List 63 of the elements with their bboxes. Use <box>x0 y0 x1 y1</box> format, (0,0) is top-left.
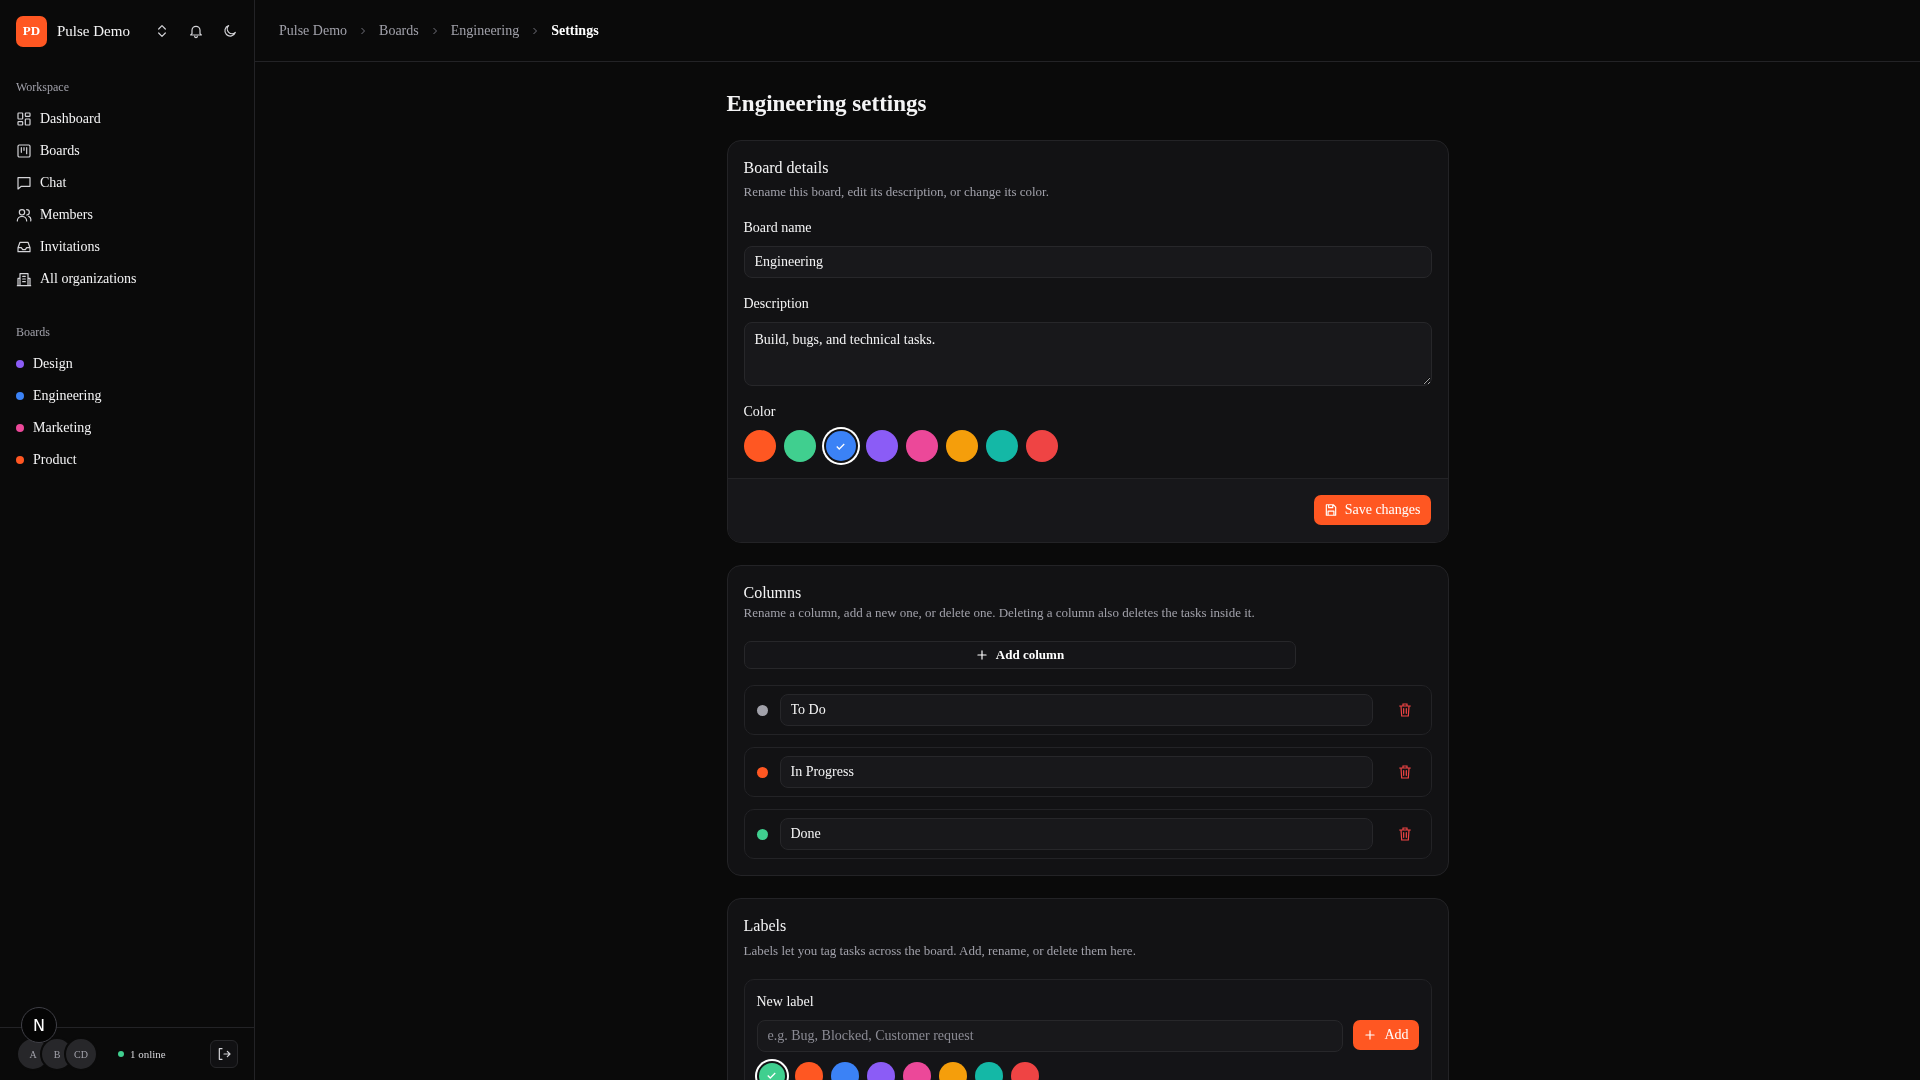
card-title: Columns <box>743 583 803 604</box>
card-subtitle: Labels let you tag tasks across the board. Add, rename, or delete them here. <box>743 943 1137 959</box>
org-name[interactable]: Pulse Demo <box>57 22 130 40</box>
breadcrumb: Settings <box>551 22 599 39</box>
section-heading: Workspace <box>15 79 70 96</box>
column-name-field[interactable]: In Progress <box>779 756 1373 789</box>
delete-icon[interactable] <box>1396 702 1413 719</box>
panel-title: New label <box>756 994 815 1010</box>
nav-item[interactable]: All organizations <box>0 263 254 295</box>
field-label: Color <box>743 404 777 421</box>
breadcrumb[interactable]: Engineering <box>450 22 520 39</box>
grid-icon <box>16 111 32 127</box>
save-icon <box>1323 503 1338 518</box>
logout-icon <box>216 1046 232 1062</box>
field-label: Description <box>743 296 810 313</box>
color-swatch[interactable] <box>743 430 776 463</box>
color-swatch[interactable] <box>905 430 938 463</box>
users-icon <box>16 207 32 223</box>
card-title: Labels <box>743 916 788 937</box>
board-item[interactable]: Engineering <box>0 380 254 412</box>
section-heading: Boards <box>15 324 51 341</box>
field-label: Board name <box>743 220 813 237</box>
card-subtitle: Rename a column, add a new one, or delete one. Deleting a column also deletes the tasks inside it. <box>743 605 1256 622</box>
plus-icon <box>1363 1028 1378 1042</box>
online-status: 1 online <box>118 1048 166 1060</box>
board-item[interactable]: Product <box>0 444 254 476</box>
add-column-button[interactable]: Add column <box>743 641 1296 670</box>
color-swatch[interactable] <box>783 430 816 463</box>
nav-item[interactable]: Chat <box>0 167 254 199</box>
building-icon <box>16 271 32 287</box>
color-swatch[interactable] <box>985 430 1018 463</box>
board-item[interactable]: Marketing <box>0 412 254 444</box>
column-name-field[interactable]: To Do <box>779 694 1373 727</box>
nav-item[interactable]: Dashboard <box>0 103 254 135</box>
delete-icon[interactable] <box>1396 826 1413 843</box>
nav-item[interactable]: Invitations <box>0 231 254 263</box>
plus-icon <box>974 648 989 663</box>
color-swatch[interactable] <box>865 430 898 463</box>
card-title: Board details <box>743 157 830 178</box>
breadcrumb[interactable]: Boards <box>379 22 419 39</box>
inbox-icon <box>16 239 32 255</box>
nav-item[interactable]: Boards <box>0 135 254 167</box>
board-item[interactable]: Design <box>0 348 254 380</box>
avatar: CD <box>64 1037 98 1071</box>
label-name-field[interactable]: e.g. Bug, Blocked, Customer request <box>756 1020 1344 1052</box>
description-field[interactable]: Build, bugs, and technical tasks. <box>743 322 1432 387</box>
bell-icon[interactable] <box>188 23 204 39</box>
nav-item[interactable]: Members <box>0 199 254 231</box>
page-title: Engineering settings <box>726 90 928 118</box>
column-name-field[interactable]: Done <box>779 818 1373 851</box>
chat-icon <box>16 175 32 191</box>
logout-button[interactable] <box>210 1040 238 1068</box>
moon-icon[interactable] <box>222 23 238 39</box>
card-subtitle: Rename this board, edit its description, or change its color. <box>743 184 1050 201</box>
board-name-field[interactable]: Engineering <box>743 246 1432 279</box>
org-logo: PD <box>16 15 47 47</box>
dev-badge[interactable]: N <box>21 1007 57 1043</box>
color-swatch[interactable] <box>1025 430 1058 463</box>
board-icon <box>16 143 32 159</box>
delete-icon[interactable] <box>1396 764 1413 781</box>
color-swatch[interactable] <box>945 430 978 463</box>
color-swatch[interactable] <box>825 431 856 462</box>
breadcrumb[interactable]: Pulse Demo <box>279 22 348 39</box>
